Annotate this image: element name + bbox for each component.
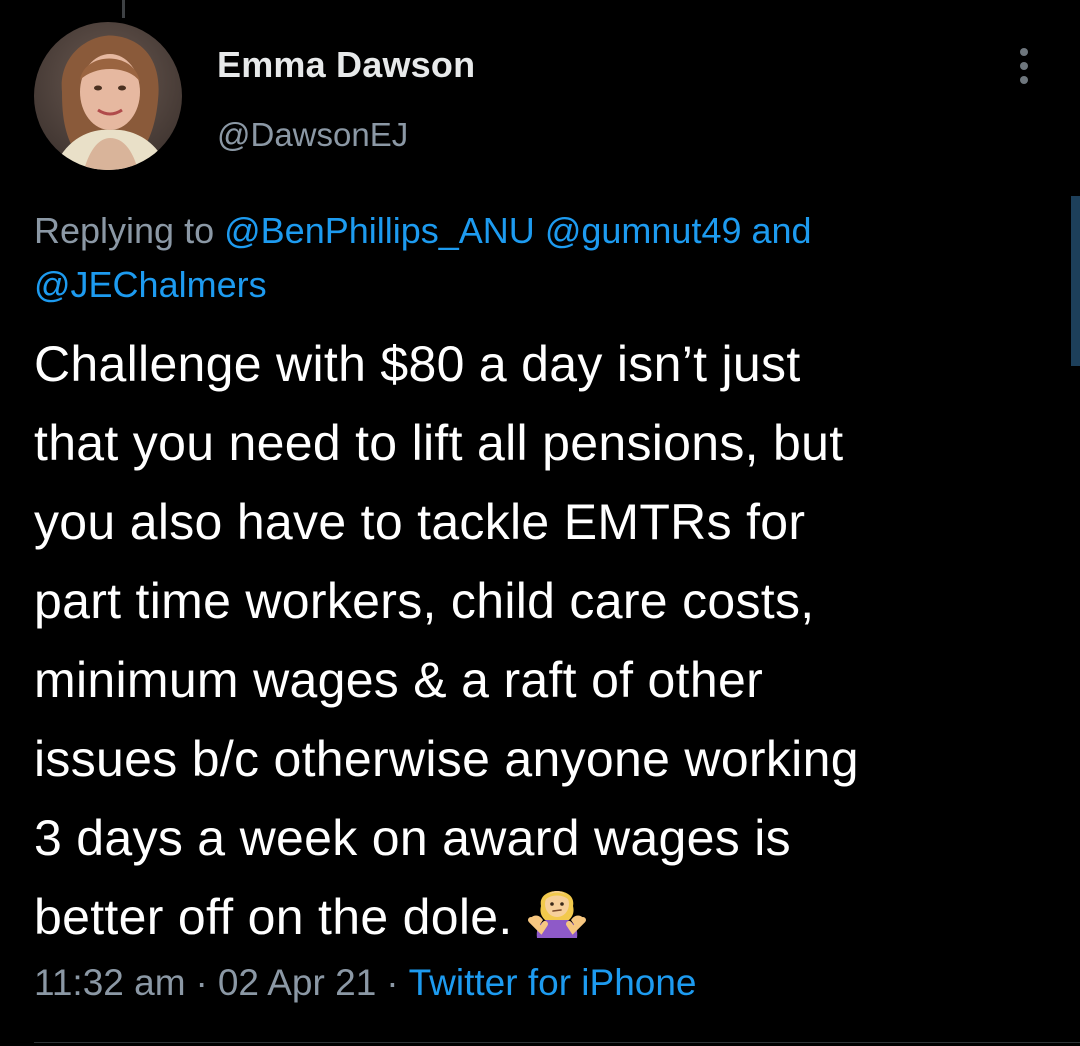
tweet-line: you also have to tackle EMTRs for	[34, 494, 806, 550]
tweet-line: issues b/c otherwise anyone working	[34, 731, 859, 787]
replying-to-line: Replying to @BenPhillips_ANU @gumnut49 a…	[34, 204, 974, 312]
tweet-last-line: better off on the dole.	[34, 878, 1054, 963]
meta-separator: ·	[195, 962, 208, 1003]
avatar[interactable]	[34, 22, 182, 170]
author-handle[interactable]: @DawsonEJ	[217, 116, 408, 154]
divider	[34, 1042, 1080, 1043]
tweet-date[interactable]: 02 Apr 21	[218, 962, 376, 1003]
tweet-line: part time workers, child care costs,	[34, 573, 815, 629]
tweet-source-link[interactable]: Twitter for iPhone	[409, 962, 697, 1003]
tweet-body: Challenge with $80 a day isn’t just that…	[34, 325, 1054, 963]
author-display-name[interactable]: Emma Dawson	[217, 44, 475, 86]
tweet-metadata: 11:32 am · 02 Apr 21 · Twitter for iPhone	[34, 962, 697, 1004]
mention-link[interactable]: @gumnut49	[545, 210, 742, 251]
replying-to-prefix: Replying to	[34, 210, 215, 251]
mention-link[interactable]: @JEChalmers	[34, 264, 267, 305]
tweet-line: minimum wages & a raft of other	[34, 652, 764, 708]
more-dot	[1020, 76, 1028, 84]
scrollbar[interactable]	[1071, 196, 1080, 366]
tweet-line: better off on the dole.	[34, 889, 513, 945]
tweet-line: 3 days a week on award wages is	[34, 810, 791, 866]
mention-link[interactable]: @BenPhillips_ANU	[224, 210, 535, 251]
tweet-time[interactable]: 11:32 am	[34, 962, 186, 1003]
meta-separator: ·	[386, 962, 399, 1003]
more-dot	[1020, 62, 1028, 70]
mention-conjunction: and	[751, 210, 812, 251]
tweet-line: Challenge with $80 a day isn’t just	[34, 336, 801, 392]
more-dot	[1020, 48, 1028, 56]
more-options-icon[interactable]	[1006, 42, 1042, 90]
tweet-line: that you need to lift all pensions, but	[34, 415, 844, 471]
thread-connector-line	[122, 0, 125, 18]
person-shrugging-emoji-icon	[525, 880, 589, 963]
